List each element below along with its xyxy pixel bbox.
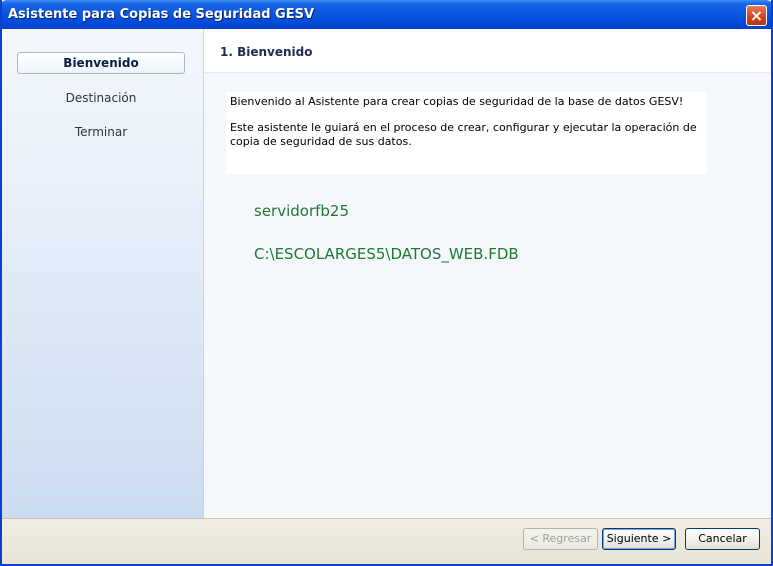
cancel-button[interactable]: Cancelar	[685, 528, 760, 550]
server-name: servidorfb25	[254, 202, 350, 220]
sidebar-item-destinacion[interactable]: Destinación	[17, 87, 185, 109]
close-button[interactable]: ×	[746, 5, 767, 26]
sidebar-item-terminar[interactable]: Terminar	[17, 121, 185, 143]
welcome-box: Bienvenido al Asistente para crear copia…	[226, 92, 707, 174]
wizard-window: Asistente para Copias de Seguridad GESV …	[0, 0, 773, 566]
back-button[interactable]: < Regresar	[523, 528, 598, 550]
close-icon: ×	[749, 6, 764, 25]
step-header: 1. Bienvenido	[204, 29, 771, 73]
content-pane: 1. Bienvenido Bienvenido al Asistente pa…	[204, 29, 771, 518]
description-text: Este asistente le guiará en el proceso d…	[230, 121, 697, 148]
wizard-steps-sidebar: Bienvenido Destinación Terminar	[2, 29, 204, 518]
title-bar[interactable]: Asistente para Copias de Seguridad GESV …	[2, 0, 771, 31]
window-title: Asistente para Copias de Seguridad GESV	[8, 7, 315, 22]
next-button[interactable]: Siguiente >	[602, 528, 676, 550]
database-path: C:\ESCOLARGES5\DATOS_WEB.FDB	[254, 245, 519, 263]
welcome-line: Bienvenido al Asistente para crear copia…	[230, 95, 684, 108]
sidebar-item-bienvenido[interactable]: Bienvenido	[17, 52, 185, 74]
step-title: 1. Bienvenido	[220, 45, 313, 59]
button-bar: < Regresar Siguiente > Cancelar	[2, 518, 771, 564]
